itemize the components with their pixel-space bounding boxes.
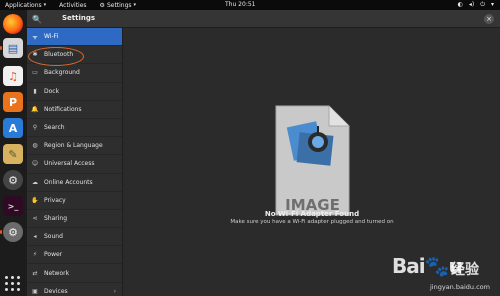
system-tray[interactable]: ◐ ◂) ⏻ ▾ xyxy=(458,1,494,9)
active-indicator xyxy=(0,46,2,50)
empty-state-subtitle: Make sure you have a Wi-Fi adapter plugg… xyxy=(230,219,394,225)
text-editor-icon[interactable]: ✎ xyxy=(3,144,23,164)
sidebar-item-label: Sharing xyxy=(44,214,68,222)
power-icon: ⚡ xyxy=(32,251,38,259)
caret-down-icon: ▾ xyxy=(133,2,137,8)
watermark-url: jingyan.baidu.com xyxy=(430,283,490,291)
devices-icon: ▣ xyxy=(32,287,38,295)
sidebar-item-privacy[interactable]: ✋ Privacy xyxy=(27,192,122,210)
sidebar-item-sharing[interactable]: ⋖ Sharing xyxy=(27,210,122,229)
header-bar: 🔍 Settings × xyxy=(27,10,500,28)
gear-icon: ⚙ xyxy=(99,1,105,9)
baidu-watermark: Bai🐾u 经验 jingyan.baidu.com xyxy=(385,245,497,295)
search-icon[interactable]: 🔍 xyxy=(31,13,43,25)
sidebar-item-region-language[interactable]: ◍ Region & Language xyxy=(27,137,122,156)
clock[interactable]: Thu 20:51 xyxy=(225,1,255,8)
paw-icon: 🐾 xyxy=(424,254,450,278)
app-menu-settings[interactable]: ⚙ Settings ▾ xyxy=(100,2,137,9)
globe-icon: ◍ xyxy=(32,142,38,150)
volume-icon: ◂) xyxy=(468,1,475,8)
sidebar-item-label: Universal Access xyxy=(44,160,95,168)
page-title: Settings xyxy=(62,14,96,22)
sidebar-item-notifications[interactable]: 🔔 Notifications xyxy=(27,101,122,119)
empty-state-title: No Wi-Fi Adapter Found xyxy=(264,210,360,218)
sidebar-item-devices[interactable]: ▣ Devices › xyxy=(27,283,122,296)
sidebar-item-label: Background xyxy=(44,69,80,77)
settings-sidebar: ᯤ Wi-Fi ✱ Bluetooth ▭ Background ▮ Dock 🔔 Notific… xyxy=(27,28,123,296)
background-icon: ▭ xyxy=(32,69,38,77)
files-icon[interactable]: ▤ xyxy=(3,38,23,58)
software-center-icon[interactable]: A xyxy=(3,118,23,138)
bell-icon: 🔔 xyxy=(31,105,39,113)
share-icon: ⋖ xyxy=(32,214,38,222)
sidebar-item-label: Notifications xyxy=(44,105,82,113)
show-applications-icon[interactable] xyxy=(5,276,21,292)
activities-button[interactable]: Activities xyxy=(59,2,86,9)
sidebar-item-label: Wi-Fi xyxy=(44,33,59,41)
sidebar-item-label: Devices xyxy=(44,287,68,295)
sidebar-item-universal-access[interactable]: ☺ Universal Access xyxy=(27,155,122,174)
close-icon[interactable]: × xyxy=(484,14,494,24)
sidebar-item-online-accounts[interactable]: ☁ Online Accounts xyxy=(27,174,122,192)
caret-down-icon: ▾ xyxy=(490,1,494,8)
annotation-ellipse xyxy=(28,47,84,66)
sidebar-item-search[interactable]: ⚲ Search xyxy=(27,119,122,138)
impress-icon[interactable]: P xyxy=(3,92,23,112)
sidebar-item-label: Region & Language xyxy=(44,142,103,150)
sidebar-item-dock[interactable]: ▮ Dock xyxy=(27,83,122,101)
caret-down-icon: ▾ xyxy=(43,2,47,8)
dock-icon: ▮ xyxy=(33,87,37,95)
sidebar-item-label: Online Accounts xyxy=(44,178,93,186)
settings-app-icon[interactable]: ⚙ xyxy=(3,170,23,190)
speaker-icon: ◂ xyxy=(33,233,37,241)
music-icon[interactable]: ♫ xyxy=(3,66,23,86)
sidebar-item-label: Search xyxy=(44,124,65,132)
sidebar-item-label: Dock xyxy=(44,87,60,95)
wifi-icon: ᯤ xyxy=(32,33,38,41)
sidebar-item-wi-fi[interactable]: ᯤ Wi-Fi xyxy=(27,28,122,47)
top-bar: Applications ▾ Activities ⚙ Settings ▾ T… xyxy=(0,0,500,10)
sidebar-item-background[interactable]: ▭ Background xyxy=(27,64,122,83)
sidebar-item-label: Network xyxy=(44,269,70,277)
system-settings-icon[interactable]: ⚙ xyxy=(3,222,23,242)
sidebar-item-label: Privacy xyxy=(44,196,66,204)
firefox-icon[interactable] xyxy=(3,14,23,34)
sidebar-item-sound[interactable]: ◂ Sound xyxy=(27,228,122,247)
network-icon: ⇄ xyxy=(32,269,38,277)
hand-icon: ✋ xyxy=(31,196,39,204)
applications-menu[interactable]: Applications ▾ xyxy=(5,2,46,9)
active-indicator xyxy=(0,230,2,234)
app-menu-label: Settings xyxy=(106,1,132,9)
search-icon: ⚲ xyxy=(32,124,38,132)
accessibility-icon: ☺ xyxy=(31,160,39,168)
sidebar-item-network[interactable]: ⇄ Network xyxy=(27,264,122,283)
sidebar-item-label: Sound xyxy=(44,233,63,241)
cloud-icon: ☁ xyxy=(32,178,38,186)
terminal-icon[interactable]: >_ xyxy=(3,196,23,216)
dock: ▤ ♫ P A ✎ ⚙ >_ ⚙ xyxy=(0,10,27,296)
network-status-icon: ◐ xyxy=(457,1,463,8)
sidebar-item-power[interactable]: ⚡ Power xyxy=(27,246,122,265)
applications-label: Applications xyxy=(5,1,42,9)
activities-label: Activities xyxy=(59,1,87,9)
watermark-cn: 经验 xyxy=(451,262,479,278)
power-icon: ⏻ xyxy=(480,1,485,8)
sidebar-item-label: Power xyxy=(44,251,63,259)
chevron-right-icon: › xyxy=(113,287,116,295)
